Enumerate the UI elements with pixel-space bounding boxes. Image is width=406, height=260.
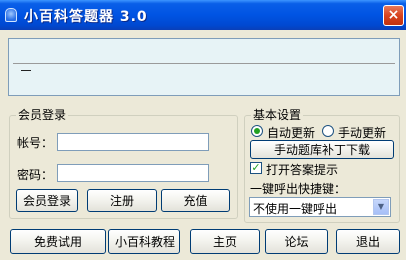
auto-update-label[interactable]: 自动更新 bbox=[267, 124, 315, 141]
register-button[interactable]: 注册 bbox=[87, 189, 157, 212]
tutorial-button[interactable]: 小百科教程 bbox=[108, 229, 180, 254]
member-login-button[interactable]: 会员登录 bbox=[16, 189, 78, 212]
exit-button[interactable]: 退出 bbox=[336, 229, 400, 254]
manual-update-label[interactable]: 手动更新 bbox=[338, 124, 386, 141]
show-answer-checkbox[interactable]: ✓ bbox=[250, 162, 262, 174]
app-icon bbox=[5, 8, 17, 22]
homepage-button[interactable]: 主页 bbox=[190, 229, 260, 254]
show-answer-label[interactable]: 打开答案提示 bbox=[266, 161, 338, 178]
password-input[interactable] bbox=[57, 164, 209, 182]
auto-update-radio[interactable] bbox=[251, 125, 263, 137]
manual-update-radio[interactable] bbox=[322, 125, 334, 137]
window-title: 小百科答题器 3.0 bbox=[24, 9, 148, 25]
account-label: 帐号： bbox=[17, 136, 54, 150]
patch-download-button[interactable]: 手动题库补丁下载 bbox=[250, 140, 394, 159]
display-divider bbox=[13, 63, 395, 64]
hotkey-select-value: 不使用一键呼出 bbox=[253, 202, 338, 216]
text-cursor bbox=[21, 70, 31, 71]
basic-settings-legend: 基本设置 bbox=[251, 108, 304, 122]
account-input[interactable] bbox=[57, 133, 209, 151]
answer-display bbox=[8, 38, 400, 96]
hotkey-label: 一键呼出快捷键： bbox=[250, 182, 347, 196]
chevron-down-icon[interactable]: ▼ bbox=[373, 199, 389, 215]
hotkey-select[interactable]: 不使用一键呼出 ▼ bbox=[249, 197, 391, 217]
password-label: 密码： bbox=[17, 168, 54, 182]
close-button[interactable]: × bbox=[383, 5, 404, 26]
free-trial-button[interactable]: 免费试用 bbox=[10, 229, 106, 254]
member-login-legend: 会员登录 bbox=[16, 108, 69, 122]
recharge-button[interactable]: 充值 bbox=[161, 189, 230, 212]
forum-button[interactable]: 论坛 bbox=[265, 229, 328, 254]
title-bar[interactable]: 小百科答题器 3.0 × bbox=[0, 0, 406, 30]
